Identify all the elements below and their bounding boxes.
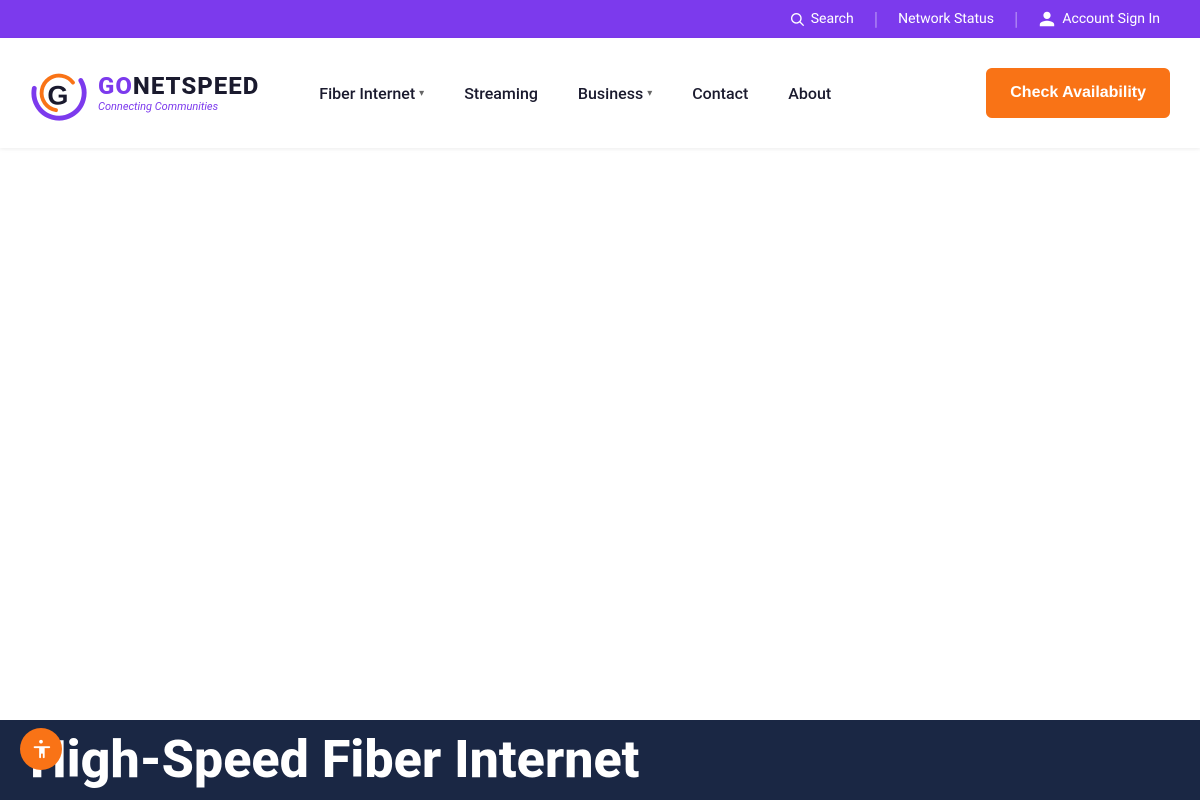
accessibility-button[interactable]	[20, 728, 62, 770]
search-bar-item[interactable]: Search	[769, 0, 874, 38]
network-status-label: Network Status	[898, 11, 994, 27]
nav-link-contact[interactable]: Contact	[672, 74, 768, 113]
nav-link-business[interactable]: Business ▾	[558, 74, 672, 113]
logo-go: GO	[98, 72, 133, 100]
hero-bottom-section: High-Speed Fiber Internet	[0, 720, 1200, 800]
svg-text:G: G	[47, 81, 68, 111]
logo-netspeed: NETSPEED	[133, 72, 259, 100]
search-icon	[789, 11, 805, 27]
nav-links: Fiber Internet ▾ Streaming Business ▾ Co…	[299, 68, 1170, 118]
account-icon	[1038, 10, 1056, 28]
chevron-down-icon: ▾	[419, 88, 424, 99]
search-label: Search	[811, 11, 854, 27]
account-sign-in-label: Account Sign In	[1062, 11, 1160, 27]
main-navbar: G GONETSPEED Connecting Communities Fibe…	[0, 38, 1200, 148]
chevron-down-icon-business: ▾	[647, 88, 652, 99]
accessibility-icon	[30, 738, 52, 760]
nav-link-about[interactable]: About	[768, 74, 851, 113]
nav-link-streaming[interactable]: Streaming	[444, 74, 558, 113]
logo-icon: G	[30, 64, 88, 122]
network-status-item[interactable]: Network Status	[878, 0, 1014, 38]
top-utility-bar: Search | Network Status | Account Sign I…	[0, 0, 1200, 38]
main-content-area	[0, 148, 1200, 720]
logo-tagline: Connecting Communities	[98, 100, 259, 113]
account-sign-in-item[interactable]: Account Sign In	[1018, 0, 1180, 38]
check-availability-button[interactable]: Check Availability	[986, 68, 1170, 118]
logo[interactable]: G GONETSPEED Connecting Communities	[30, 64, 259, 122]
logo-name: GONETSPEED	[98, 74, 259, 98]
nav-link-fiber-internet[interactable]: Fiber Internet ▾	[299, 74, 444, 113]
logo-text: GONETSPEED Connecting Communities	[98, 74, 259, 113]
hero-title: High-Speed Fiber Internet	[30, 734, 639, 786]
